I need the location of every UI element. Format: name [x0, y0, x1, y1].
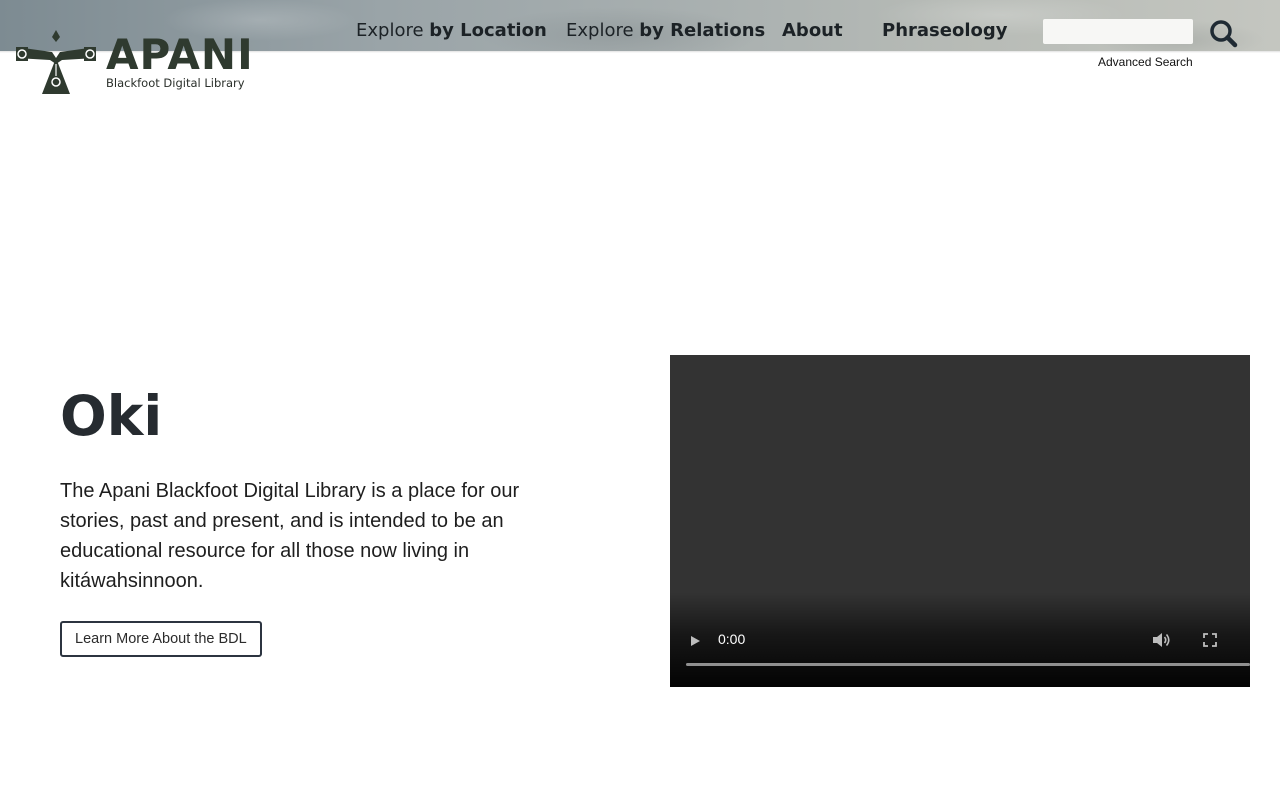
search-icon	[1210, 20, 1238, 48]
play-icon	[691, 636, 700, 646]
video-play-button[interactable]	[684, 630, 706, 652]
nav-item-label: by Relations	[639, 20, 766, 41]
logo-wordmark: APANI	[106, 30, 254, 79]
nav-item-label: Phraseology	[882, 20, 1008, 41]
nav-phraseology[interactable]: Phraseology	[882, 20, 1007, 41]
search-button[interactable]	[1206, 17, 1240, 49]
search-input[interactable]	[1043, 19, 1193, 44]
nav-about[interactable]: About	[782, 20, 843, 41]
page-title: Oki	[60, 384, 163, 448]
video-player[interactable]: 0:00	[670, 355, 1250, 687]
nav-item-prefix: Explore	[356, 20, 424, 41]
advanced-search-link[interactable]: Advanced Search	[1098, 55, 1193, 69]
fullscreen-icon	[1203, 633, 1217, 647]
logo-subtitle: Blackfoot Digital Library	[106, 76, 245, 90]
site-logo[interactable]: APANI Blackfoot Digital Library	[12, 28, 253, 98]
intro-paragraph: The Apani Blackfoot Digital Library is a…	[60, 480, 520, 592]
volume-icon	[1153, 633, 1170, 647]
nav-explore-by-location[interactable]: Explore by Location	[356, 20, 547, 41]
video-mute-button[interactable]	[1150, 629, 1172, 651]
nav-explore-by-relations[interactable]: Explore by Relations	[566, 20, 765, 41]
nav-item-label: by Location	[429, 20, 547, 41]
nav-item-label: About	[782, 20, 843, 41]
video-fullscreen-button[interactable]	[1199, 629, 1221, 651]
video-progress-bar[interactable]	[686, 663, 1250, 666]
video-time: 0:00	[718, 631, 746, 647]
thunderbird-logo-icon	[16, 30, 96, 94]
nav-item-prefix: Explore	[566, 20, 634, 41]
learn-more-button[interactable]: Learn More About the BDL	[60, 621, 262, 657]
